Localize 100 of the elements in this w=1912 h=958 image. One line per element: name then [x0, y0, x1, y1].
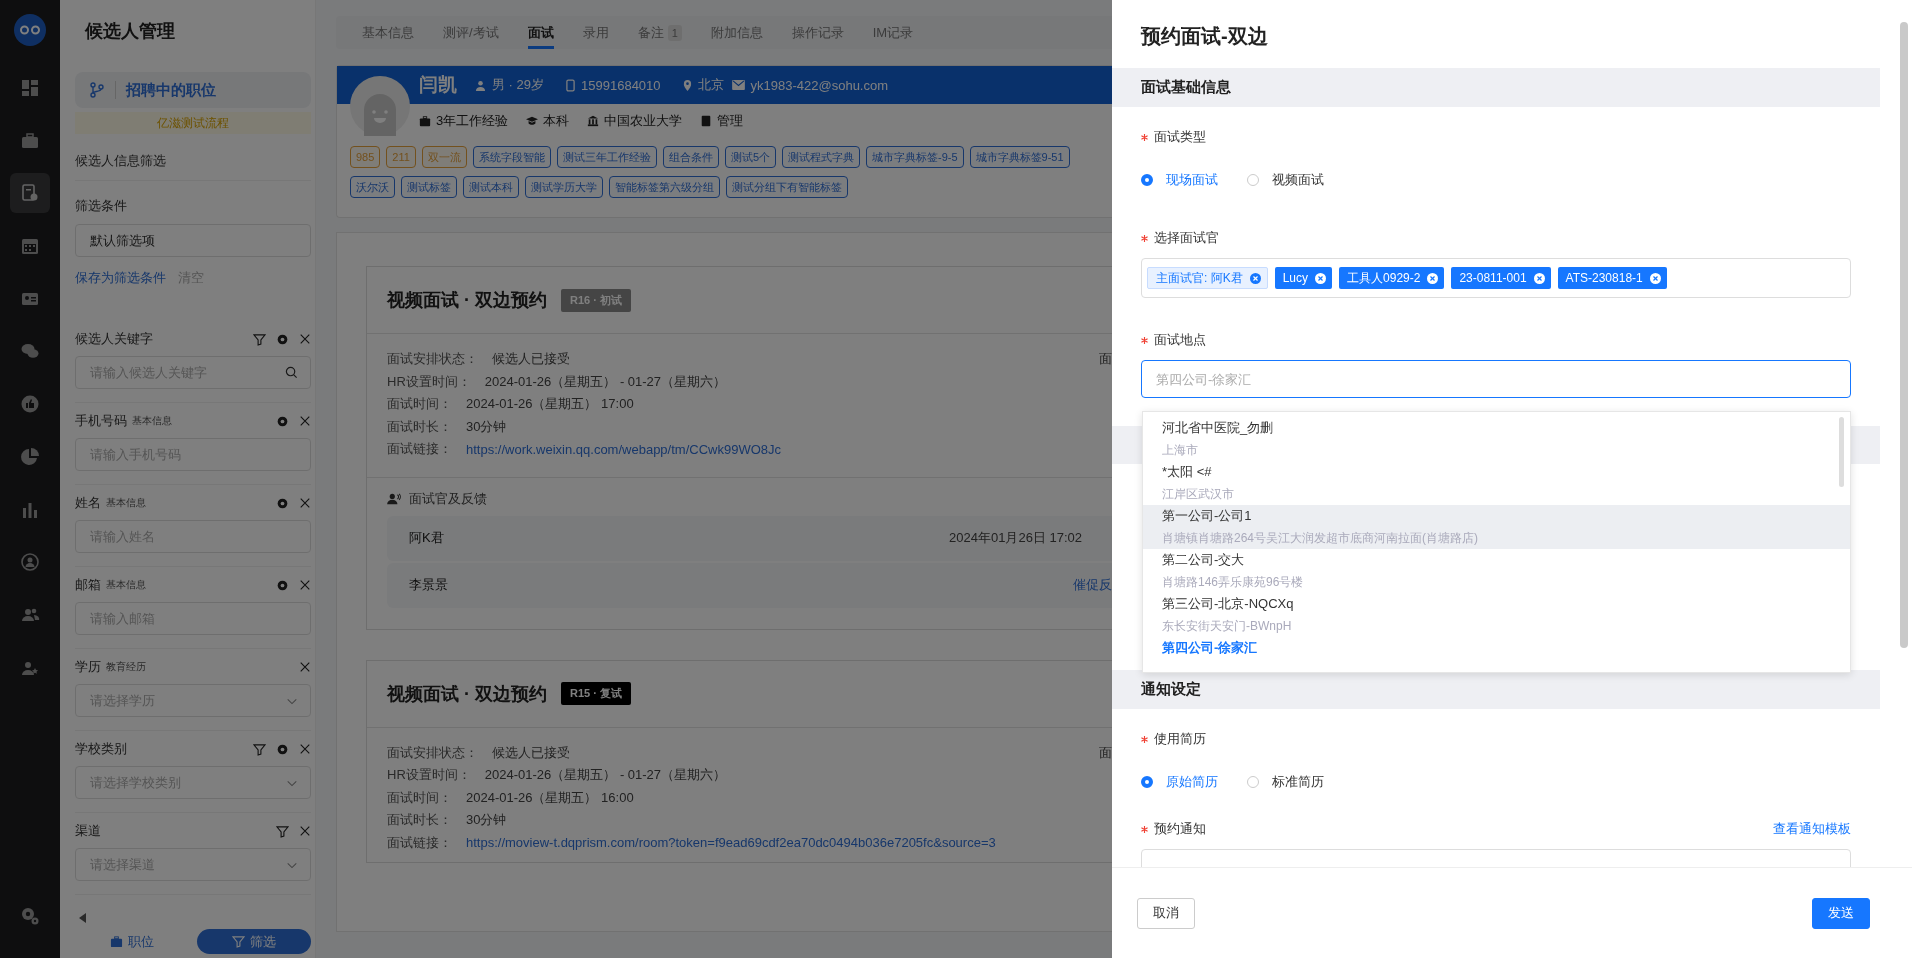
drawer-title: 预约面试-双边	[1139, 24, 1269, 49]
field-label: 面试链接：	[387, 440, 452, 459]
conditions-select[interactable]: 默认筛选项	[75, 224, 311, 257]
candidate-tag: 测试5个	[724, 146, 777, 168]
graduation-cap-icon	[526, 115, 539, 127]
tab[interactable]: 录用	[582, 16, 609, 49]
location-option[interactable]: 河北省中医院_勿删 上海市	[1143, 417, 1850, 461]
bottom-tab[interactable]: 职位	[75, 929, 189, 954]
remove-icon[interactable]	[1533, 272, 1545, 284]
close-icon[interactable]	[299, 415, 311, 427]
round-badge: R15 · 复试	[561, 682, 631, 705]
tab[interactable]: 附加信息	[710, 16, 763, 49]
person-icon	[475, 79, 486, 91]
mail-icon	[731, 80, 745, 90]
close-icon[interactable]	[299, 579, 311, 591]
branch-icon	[89, 82, 105, 98]
field-value: 30分钟	[466, 417, 507, 436]
field-label: HR设置时间：	[387, 766, 471, 785]
save-filter-link[interactable]: 保存为筛选条件	[75, 269, 166, 287]
field-label: 面试类型	[1154, 128, 1206, 146]
nav-item[interactable]	[10, 173, 50, 214]
remove-icon[interactable]	[1315, 272, 1327, 284]
radio-option[interactable]: 现场面试	[1141, 171, 1218, 189]
radio-option[interactable]: 视频面试	[1247, 171, 1324, 189]
location-option[interactable]: 第一公司-公司1 肖塘镇肖塘路264号吴江大润发超市底商河南拉面(肖塘路店)	[1143, 505, 1850, 549]
interviewer-select[interactable]: 主面试官: 阿K君 Lucy 工具人0929-2 23-0811-001 ATS-230818-1	[1141, 258, 1851, 298]
funnel-icon[interactable]	[253, 742, 266, 756]
radio-option[interactable]: 原始简历	[1141, 773, 1218, 791]
funnel-icon	[232, 935, 245, 948]
bottom-tab[interactable]: 筛选	[197, 929, 311, 954]
avatar-icon	[350, 76, 410, 136]
candidate-fact: 本科	[543, 112, 570, 130]
interviewer-tag: Lucy	[1274, 267, 1333, 289]
location-option[interactable]: 第四公司-徐家汇	[1143, 637, 1850, 659]
interview-link[interactable]: https://work.weixin.qq.com/webapp/tm/CCwk99WO8Jc	[466, 441, 781, 457]
field-label: 面试时长：	[387, 417, 452, 436]
field-value: 候选人已接受	[492, 350, 570, 369]
document-icon	[20, 183, 40, 204]
field-label: 使用简历	[1154, 730, 1206, 748]
settings-icon[interactable]	[276, 742, 289, 756]
tab[interactable]: 测评/考试	[443, 16, 499, 49]
field-label: 面试地点	[1154, 331, 1206, 349]
briefcase-icon	[20, 130, 40, 151]
field-value: 30分钟	[466, 811, 507, 830]
filter-label: 候选人关键字	[75, 330, 153, 348]
location-option[interactable]: *太阳 <# 江岸区武汉市	[1143, 461, 1850, 505]
field-value: 2024-01-26（星期五） 16:00	[466, 788, 634, 807]
cancel-button[interactable]: 取消	[1137, 897, 1195, 929]
candidate-tag: 测试分组下有智能标签	[726, 176, 848, 198]
pie-chart-icon	[20, 446, 40, 467]
send-button[interactable]: 发送	[1812, 897, 1870, 929]
radio-option[interactable]: 标准简历	[1247, 773, 1324, 791]
remove-icon[interactable]	[1649, 272, 1661, 284]
settings-icon[interactable]	[276, 414, 289, 428]
feedback-time: 2024年01月26日 17:02	[949, 529, 1082, 547]
close-icon[interactable]	[299, 661, 311, 673]
scrollbar[interactable]	[1900, 22, 1908, 648]
scroll-left-icon[interactable]	[79, 913, 87, 923]
field-label: 面	[1099, 350, 1112, 369]
candidate-tag: 测试标签	[401, 176, 457, 198]
remove-icon[interactable]	[1249, 272, 1261, 284]
interviewer-tag: ATS-230818-1	[1557, 267, 1667, 289]
close-icon[interactable]	[299, 825, 311, 837]
scrollbar[interactable]	[1839, 417, 1844, 487]
filter-label: 手机号码	[75, 412, 127, 430]
candidate-fact: 中国农业大学	[604, 112, 683, 130]
settings-icon[interactable]	[20, 906, 40, 926]
section-title: 面试官及反馈	[409, 489, 487, 508]
field-value: 2024-01-26（星期五） 17:00	[466, 395, 634, 414]
settings-icon[interactable]	[276, 578, 289, 592]
view-template-link[interactable]: 查看通知模板	[1773, 820, 1851, 838]
filter-label: 邮箱	[75, 576, 101, 594]
remove-icon[interactable]	[1427, 272, 1439, 284]
email: yk1983-422@sohu.com	[750, 77, 889, 93]
tab[interactable]: 面试	[527, 16, 554, 49]
remind-link[interactable]: 催促反	[1073, 576, 1112, 594]
close-icon[interactable]	[299, 497, 311, 509]
interviewers-icon	[387, 492, 401, 505]
interview-title: 视频面试 · 双边预约	[387, 289, 547, 312]
thumbs-up-icon	[20, 394, 40, 415]
pipeline-selector[interactable]: 招聘中的职位	[75, 72, 311, 108]
person-icon	[20, 552, 40, 573]
funnel-icon[interactable]	[253, 332, 266, 346]
field-label: HR设置时间：	[387, 372, 471, 391]
close-icon[interactable]	[299, 333, 311, 345]
location-option[interactable]: 第三公司-北京-NQCXq 东长安街天安门-BWnpH	[1143, 593, 1850, 637]
location-field[interactable]: 第四公司-徐家汇	[1141, 360, 1851, 398]
filter-label: 渠道	[75, 822, 101, 840]
interview-link[interactable]: https://moview-t.dqprism.com/room?token=f9ead69cdf2ea70dc0494b036e7205fc&source=3	[466, 835, 996, 851]
filter-label: 姓名	[75, 494, 101, 512]
filter-group: 基本信息	[132, 414, 172, 428]
settings-icon[interactable]	[276, 332, 289, 346]
location-option[interactable]: 第二公司-交大 肖塘路146弄乐康苑96号楼	[1143, 549, 1850, 593]
tab[interactable]: IM记录	[872, 16, 914, 49]
close-icon[interactable]	[299, 743, 311, 755]
process-banner[interactable]: 亿滋测试流程	[75, 112, 311, 134]
tab[interactable]: 基本信息	[362, 16, 414, 49]
funnel-icon[interactable]	[276, 824, 289, 838]
calendar-icon	[20, 236, 40, 257]
settings-icon[interactable]	[276, 496, 289, 510]
